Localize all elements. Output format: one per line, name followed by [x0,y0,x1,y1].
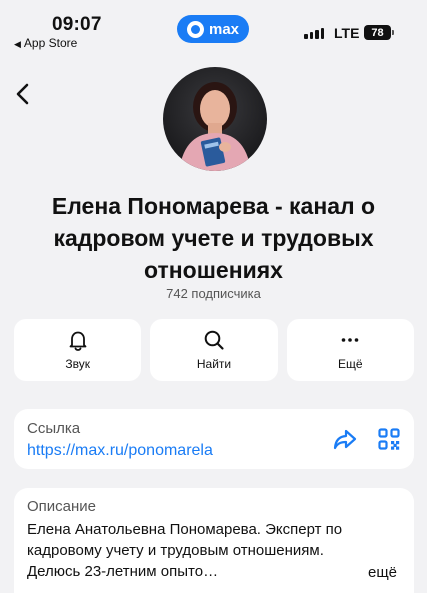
back-triangle-icon: ◀ [14,39,21,49]
qr-code-icon [378,428,400,450]
sound-label: Звук [65,357,90,371]
search-button[interactable]: Найти [150,319,278,381]
back-app-label: App Store [23,36,78,50]
network-type: LTE [334,25,360,41]
search-label: Найти [196,357,232,371]
channel-avatar[interactable] [163,67,267,171]
subscriber-count: 742 подписчика [166,286,261,301]
max-pill-label: max [208,20,240,38]
more-label: Ещё [338,357,363,371]
description-more-link[interactable]: ещё [368,564,397,581]
sound-button[interactable]: Звук [14,319,142,381]
max-logo-icon [186,20,204,38]
share-arrow-icon [333,429,357,450]
avatar-photo [163,67,267,171]
qr-code-button[interactable] [378,428,400,455]
status-bar: 09:07 ◀ App Store max LTE 78 [0,0,427,56]
action-row: Звук Найти Ещё [14,319,414,381]
description-card: Описание Елена Анатольевна Пономарева. Э… [14,488,414,593]
chevron-left-icon [16,83,29,105]
link-card: Ссылка https://max.ru/ponomarela [14,409,414,469]
more-button[interactable]: Ещё [286,319,414,381]
description-text: Елена Анатольевна Пономарева. Эксперт по… [27,521,343,580]
link-label: Ссылка [27,420,81,437]
more-icon [342,338,359,342]
cellular-signal-icon [304,28,324,39]
channel-title: Елена Пономарева - канал о кадровом учет… [51,193,376,283]
share-button[interactable] [333,428,357,455]
search-icon [204,330,224,350]
bell-icon [69,331,87,351]
battery-icon: 78 [364,25,394,40]
status-time: 09:07 [52,14,102,35]
max-app-pill[interactable]: max [177,15,249,43]
channel-link[interactable]: https://max.ru/ponomarela [27,442,213,460]
back-to-app-store[interactable]: ◀ App Store [14,36,77,50]
battery-level: 78 [371,26,384,39]
back-button[interactable] [12,80,36,108]
description-label: Описание [27,498,97,515]
